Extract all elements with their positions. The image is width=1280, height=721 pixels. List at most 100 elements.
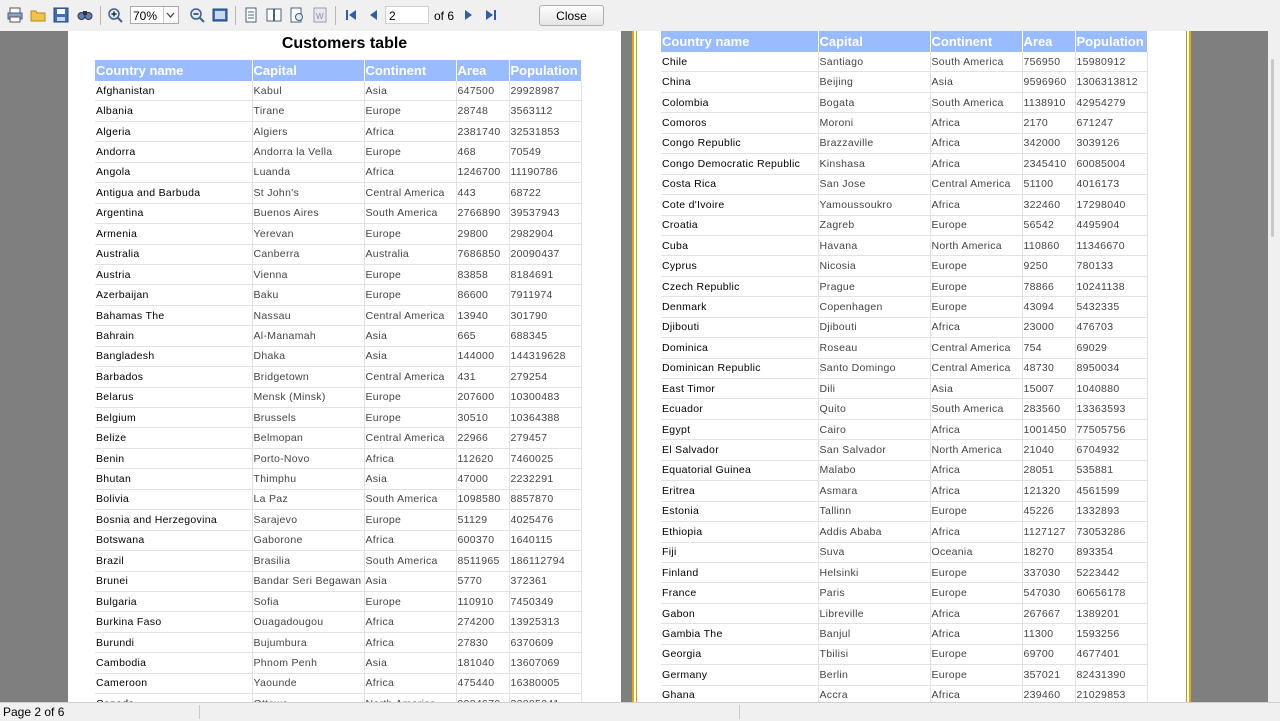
table-cell: 1332893 (1075, 501, 1148, 523)
vertical-scrollbar[interactable] (1268, 31, 1280, 702)
table-cell: Bridgetown (252, 366, 365, 388)
table-cell: 51129 (456, 509, 510, 531)
table-cell: Paris (818, 582, 931, 604)
table-cell: 3039126 (1075, 133, 1148, 155)
table-cell: Cairo (818, 419, 931, 441)
status-separator (739, 705, 740, 719)
table-cell: Central America (364, 366, 457, 388)
table-cell: Santo Domingo (818, 358, 931, 380)
table-cell: 322460 (1022, 194, 1076, 216)
two-pages-icon[interactable] (264, 5, 284, 25)
last-page-icon[interactable] (481, 5, 501, 25)
table-cell: 29928987 (509, 81, 582, 102)
table-cell: 9250 (1022, 255, 1076, 277)
next-page-icon[interactable] (458, 5, 478, 25)
table-row: Albania Tirane Europe 28748 3563112 (95, 100, 582, 122)
export-word-icon[interactable]: W (310, 5, 330, 25)
table-row: Austria Vienna Europe 83858 8184691 (95, 264, 582, 286)
table-cell: Bosnia and Herzegovina (95, 509, 253, 531)
table-cell: Zagreb (818, 215, 931, 236)
table-cell: Porto-Novo (252, 448, 365, 470)
column-header: Capital (818, 31, 931, 52)
zoom-input[interactable] (131, 8, 163, 24)
table-cell: 239460 (1022, 685, 1076, 702)
table-row: Chile Santiago South America 756950 15980912 (661, 52, 1148, 73)
table-cell: 70549 (509, 141, 582, 163)
page-setup-icon[interactable] (287, 5, 307, 25)
table-cell: 5432335 (1075, 296, 1148, 318)
close-button[interactable]: Close (539, 5, 604, 26)
table-cell: Dominica (661, 337, 819, 359)
table-cell: Yerevan (252, 223, 365, 245)
scrollbar-thumb[interactable] (1271, 59, 1274, 237)
table-cell: Argentina (95, 203, 253, 225)
table-cell: Beijing (818, 71, 931, 93)
print-icon[interactable] (5, 5, 25, 25)
table-cell: Europe (930, 276, 1023, 298)
toolbar-separator (235, 6, 236, 25)
table-body: Afghanistan Kabul Asia 647500 29928987 Albani… (95, 81, 582, 702)
table-row: Colombia Bogata South America 1138910 429542… (661, 92, 1148, 114)
table-cell: 342000 (1022, 133, 1076, 155)
table-cell: 11300 (1022, 623, 1076, 645)
table-cell: Benin (95, 448, 253, 470)
table-cell: Asia (364, 652, 457, 674)
table-cell: 78866 (1022, 276, 1076, 298)
table-cell: Burkina Faso (95, 611, 253, 633)
single-page-icon[interactable] (241, 5, 261, 25)
table-cell: 15007 (1022, 378, 1076, 400)
zoom-out-icon[interactable] (187, 5, 207, 25)
table-cell: Central America (364, 427, 457, 449)
table-cell: Kabul (252, 81, 365, 102)
table-cell: 32805041 (509, 693, 582, 702)
table-cell: Canberra (252, 244, 365, 265)
table-cell: South America (930, 92, 1023, 114)
table-cell: 112620 (456, 448, 510, 470)
table-cell: Afghanistan (95, 81, 253, 102)
full-screen-icon[interactable] (210, 5, 230, 25)
table-cell: Brazzaville (818, 133, 931, 155)
table-cell: La Paz (252, 489, 365, 511)
customers-table-continued: Country name Capital Continent Area Populati… (661, 31, 1148, 702)
find-icon[interactable] (75, 5, 95, 25)
first-page-icon[interactable] (341, 5, 361, 25)
table-cell: Al-Manamah (252, 325, 365, 347)
chevron-down-icon[interactable] (163, 7, 178, 23)
table-row: Equatorial Guinea Malabo Africa 28051 535881 (661, 460, 1148, 482)
table-cell: 337030 (1022, 562, 1076, 584)
table-cell: Brazil (95, 550, 253, 572)
table-cell: Costa Rica (661, 174, 819, 196)
table-cell: Eritrea (661, 480, 819, 502)
table-header-row: Country name Capital Continent Area Populati… (95, 60, 582, 81)
table-cell: Germany (661, 664, 819, 686)
table-row: Argentina Buenos Aires South America 276689… (95, 203, 582, 225)
table-cell: St John's (252, 182, 365, 204)
save-icon[interactable] (51, 5, 71, 25)
page-number-field[interactable] (385, 6, 430, 24)
table-cell: 69700 (1022, 644, 1076, 666)
page-border: Country name Capital Continent Area Populati… (636, 31, 1187, 702)
table-cell: Banjul (818, 623, 931, 645)
table-cell: Central America (930, 358, 1023, 380)
previous-page-icon[interactable] (364, 5, 384, 25)
page-number-input[interactable] (386, 8, 430, 24)
table-cell: 16380005 (509, 673, 582, 695)
table-cell: Nicosia (818, 255, 931, 277)
open-folder-icon[interactable] (28, 5, 48, 25)
table-row: Benin Porto-Novo Africa 112620 7460025 (95, 448, 582, 470)
table-cell: Belmopan (252, 427, 365, 449)
table-cell: Africa (930, 521, 1023, 543)
table-row: Finland Helsinki Europe 337030 5223442 (661, 562, 1148, 584)
table-cell: 68722 (509, 182, 582, 204)
table-cell: 86600 (456, 284, 510, 306)
table-cell: Santiago (818, 52, 931, 73)
zoom-combo[interactable] (130, 6, 179, 24)
table-row: Belgium Brussels Europe 30510 10364388 (95, 407, 582, 429)
zoom-in-icon[interactable] (105, 5, 125, 25)
table-cell: Tbilisi (818, 644, 931, 666)
table-cell: Ecuador (661, 398, 819, 420)
table-row: Belarus Mensk (Minsk) Europe 207600 10300483 (95, 387, 582, 409)
table-cell: Ghana (661, 685, 819, 702)
table-row: Germany Berlin Europe 357021 82431390 (661, 664, 1148, 686)
table-row: Denmark Copenhagen Europe 43094 5432335 (661, 296, 1148, 318)
